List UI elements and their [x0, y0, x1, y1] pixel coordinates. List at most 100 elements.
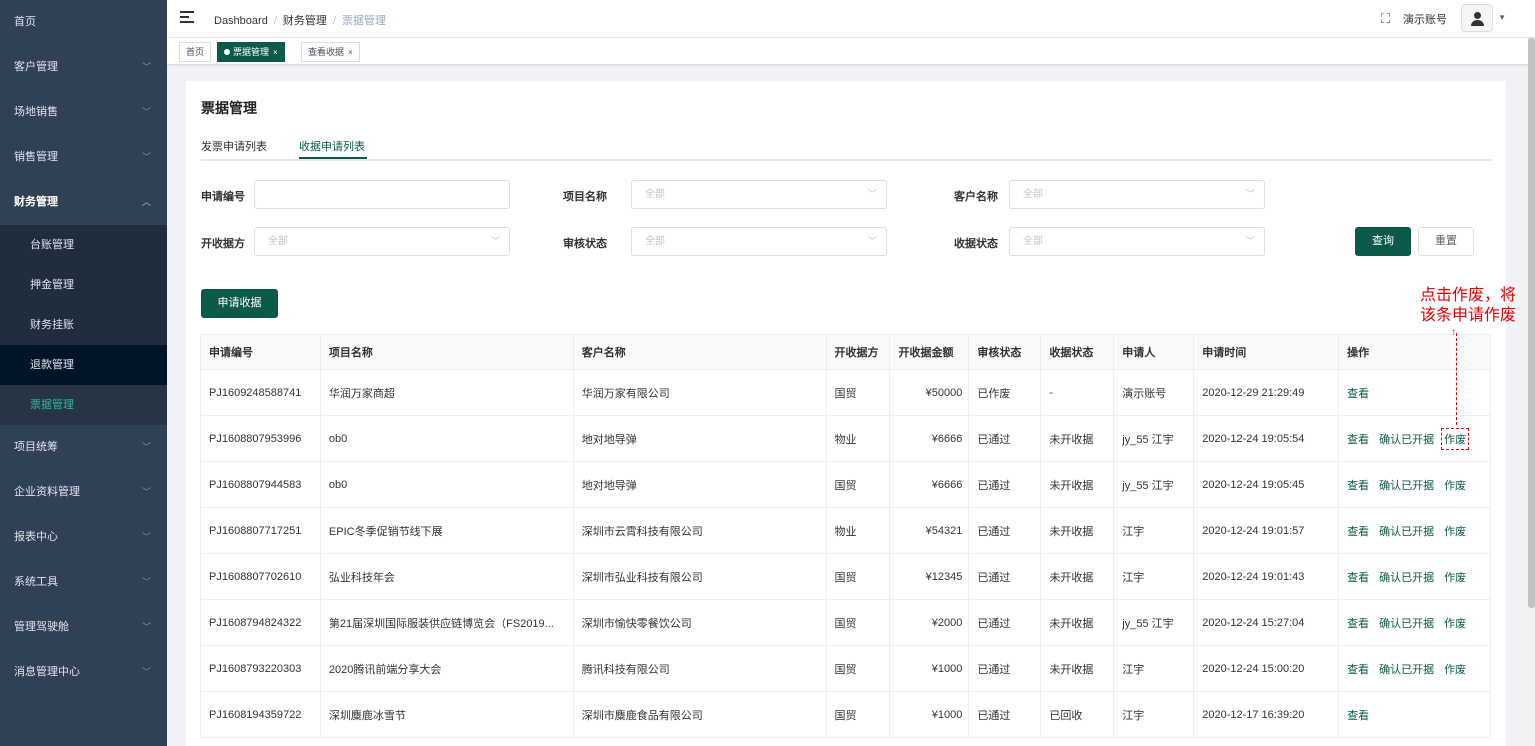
project-select[interactable]: 全部 ﹀	[631, 180, 887, 209]
nav-cockpit[interactable]: 管理驾驶舱 ﹀	[0, 605, 167, 650]
confirm-issued-link[interactable]: 确认已开据	[1379, 477, 1434, 493]
confirm-issued-link[interactable]: 确认已开据	[1379, 615, 1434, 631]
confirm-issued-link[interactable]: 确认已开据	[1379, 523, 1434, 539]
issuer-select[interactable]: 全部 ﹀	[254, 227, 510, 256]
void-link[interactable]: 作废	[1444, 661, 1466, 677]
void-link[interactable]: 作废	[1444, 477, 1466, 493]
customer-select[interactable]: 全部 ﹀	[1009, 180, 1265, 209]
close-icon[interactable]: ×	[273, 48, 278, 57]
view-link[interactable]: 查看	[1347, 477, 1369, 493]
subnav-ledger[interactable]: 台账管理	[0, 225, 167, 265]
customer-select-value: 全部	[1023, 189, 1043, 200]
cell-issuer: 国贸	[827, 692, 891, 737]
cell-customer: 地对地导弹	[574, 462, 827, 507]
cell-customer: 华润万家有限公司	[574, 370, 827, 415]
cell-project: 深圳麋鹿冰雪节	[321, 692, 574, 737]
apply-no-label: 申请编号	[201, 191, 245, 203]
cell-apply-no: PJ1608807702610	[201, 554, 321, 599]
breadcrumb-finance[interactable]: 财务管理	[283, 15, 327, 27]
cell-apply-no: PJ1609248588741	[201, 370, 321, 415]
apply-receipt-button[interactable]: 申请收据	[201, 289, 278, 318]
scrollbar[interactable]	[1528, 38, 1535, 746]
nav-reports[interactable]: 报表中心 ﹀	[0, 515, 167, 560]
cell-receipt: 未开收据	[1041, 508, 1115, 553]
cell-amount: ¥54321	[890, 508, 970, 553]
view-link[interactable]: 查看	[1347, 615, 1369, 631]
nav-sales-label: 销售管理	[14, 151, 58, 163]
cell-amount: ¥2000	[890, 600, 970, 645]
tabs: 发票申请列表 收据申请列表	[201, 133, 1491, 161]
tab-invoice-list[interactable]: 发票申请列表	[201, 138, 267, 154]
tab-receipt-list[interactable]: 收据申请列表	[299, 138, 365, 154]
cell-audit: 已通过	[969, 600, 1042, 645]
project-select-value: 全部	[645, 189, 665, 200]
view-link[interactable]: 查看	[1347, 707, 1369, 723]
nav-reports-label: 报表中心	[14, 531, 58, 543]
void-link[interactable]: 作废	[1444, 569, 1466, 585]
view-link[interactable]: 查看	[1347, 385, 1369, 401]
cell-time: 2020-12-24 19:01:57	[1194, 508, 1340, 553]
confirm-issued-link[interactable]: 确认已开据	[1379, 569, 1434, 585]
subnav-deposit[interactable]: 押金管理	[0, 265, 167, 305]
tag-home[interactable]: 首页	[179, 42, 212, 62]
cell-time: 2020-12-17 16:39:20	[1194, 692, 1340, 737]
breadcrumb-current: 票据管理	[341, 15, 386, 27]
tag-invoice[interactable]: 票据管理 ×	[217, 42, 285, 62]
cell-customer: 深圳市麋鹿食品有限公司	[574, 692, 827, 737]
nav-messages[interactable]: 消息管理中心 ﹀	[0, 650, 167, 695]
cell-receipt: 未开收据	[1041, 416, 1115, 461]
nav-venue-sales-label: 场地销售	[14, 106, 58, 118]
nav-venue-sales[interactable]: 场地销售 ﹀	[0, 90, 167, 135]
void-link[interactable]: 作废	[1444, 523, 1466, 539]
cell-audit: 已通过	[969, 462, 1042, 507]
scrollbar-thumb[interactable]	[1528, 38, 1535, 608]
reset-button[interactable]: 重置	[1418, 227, 1474, 256]
tag-view-receipt[interactable]: 查看收据 ×	[301, 42, 360, 62]
nav-sales[interactable]: 销售管理 ﹀	[0, 135, 167, 180]
main-card: 票据管理 发票申请列表 收据申请列表 申请编号 项目名称 全部 ﹀ 客户名称 全部…	[186, 81, 1506, 746]
view-link[interactable]: 查看	[1347, 431, 1369, 447]
cell-amount: ¥12345	[890, 554, 970, 599]
subnav-pending-account[interactable]: 财务挂账	[0, 305, 167, 345]
subnav-refund[interactable]: 退款管理	[0, 345, 167, 385]
close-icon[interactable]: ×	[348, 48, 353, 57]
cell-apply-no: PJ1608194359722	[201, 692, 321, 737]
receipt-status-label: 收据状态	[954, 238, 998, 250]
avatar[interactable]	[1461, 4, 1493, 32]
query-button[interactable]: 查询	[1355, 227, 1411, 256]
nav-enterprise[interactable]: 企业资料管理 ﹀	[0, 470, 167, 515]
cell-customer: 深圳市愉快零餐饮公司	[574, 600, 827, 645]
hamburger-icon[interactable]	[180, 11, 194, 25]
nav-home-label: 首页	[14, 16, 36, 28]
view-link[interactable]: 查看	[1347, 523, 1369, 539]
caret-down-icon[interactable]: ▼	[1498, 13, 1506, 22]
breadcrumb-dashboard[interactable]: Dashboard	[214, 15, 268, 27]
audit-label: 审核状态	[563, 238, 607, 250]
receipt-status-select[interactable]: 全部 ﹀	[1009, 227, 1265, 256]
cell-ops: 查看	[1339, 370, 1491, 415]
fullscreen-icon[interactable]: ⛶	[1381, 11, 1390, 27]
annotation-text: 点击作废，将 该条申请作废	[1390, 286, 1516, 326]
annotation-dashed-line	[1456, 333, 1457, 425]
col-project: 项目名称	[321, 335, 574, 369]
void-link[interactable]: 作废	[1441, 427, 1470, 450]
confirm-issued-link[interactable]: 确认已开据	[1379, 431, 1434, 447]
audit-select[interactable]: 全部 ﹀	[631, 227, 887, 256]
nav-finance[interactable]: 财务管理 ︿	[0, 180, 167, 225]
account-name[interactable]: 演示账号	[1403, 11, 1447, 27]
view-link[interactable]: 查看	[1347, 661, 1369, 677]
void-link[interactable]: 作废	[1444, 615, 1466, 631]
cell-amount: ¥6666	[890, 416, 970, 461]
page-title: 票据管理	[201, 100, 257, 116]
chevron-down-icon: ﹀	[141, 62, 151, 72]
nav-tools[interactable]: 系统工具 ﹀	[0, 560, 167, 605]
confirm-issued-link[interactable]: 确认已开据	[1379, 661, 1434, 677]
nav-customer[interactable]: 客户管理 ﹀	[0, 45, 167, 90]
view-link[interactable]: 查看	[1347, 569, 1369, 585]
apply-no-input[interactable]	[254, 180, 510, 209]
table-row: PJ1608793220303 2020腾讯前端分享大会 腾讯科技有限公司 国贸 ¥10…	[201, 646, 1491, 692]
receipt-table: 申请编号 项目名称 客户名称 开收据方 开收据金额 审核状态 收据状态 申请人 …	[200, 334, 1491, 738]
subnav-invoice[interactable]: 票据管理	[0, 385, 167, 425]
nav-project[interactable]: 项目统筹 ﹀	[0, 425, 167, 470]
nav-home[interactable]: 首页	[0, 0, 167, 45]
